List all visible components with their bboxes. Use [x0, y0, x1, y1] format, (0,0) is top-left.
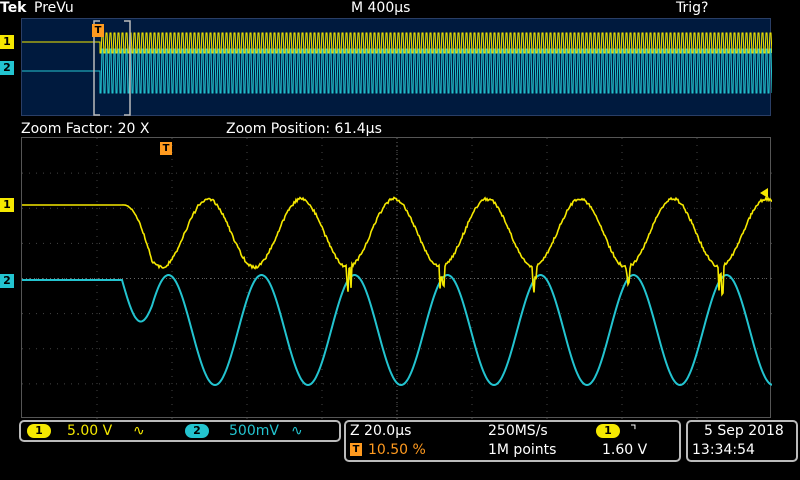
ch2-coupling-icon: ∿: [291, 423, 303, 439]
ch1-scale: 5.00 V: [67, 423, 112, 439]
ch2-marker[interactable]: 2: [0, 274, 14, 288]
trigger-slope-icon: ⌝: [630, 423, 637, 439]
brand-label: Tek: [0, 0, 27, 16]
date: 5 Sep 2018: [704, 423, 784, 439]
overview-ch2-trace: [22, 49, 772, 93]
trigger-status: Trig?: [676, 0, 708, 16]
trigger-source-badge[interactable]: 1: [596, 424, 620, 438]
zoom-factor: Zoom Factor: 20 X: [21, 121, 149, 137]
zoom-trigger-icon[interactable]: T: [160, 142, 172, 155]
overview-ch1-trace: [22, 33, 772, 53]
acquisition-mode: PreVu: [34, 0, 74, 16]
ch1-coupling-icon: ∿: [133, 423, 145, 439]
zoom-scale: Z 20.0µs: [350, 423, 411, 439]
sample-rate: 250MS/s: [488, 423, 548, 439]
overview-plot: [22, 19, 772, 117]
channel-readout[interactable]: 1 5.00 V ∿ 2 500mV ∿: [19, 420, 341, 442]
ch1-trace: [22, 198, 772, 295]
graticule: [22, 138, 772, 419]
ch2-badge[interactable]: 2: [185, 424, 209, 438]
trigger-level: 1.60 V: [602, 442, 647, 458]
overview-trigger-icon[interactable]: T: [92, 24, 104, 37]
overview-ch1-marker[interactable]: 1: [0, 35, 14, 49]
date-time-readout: 5 Sep 2018 13:34:54: [686, 420, 798, 462]
time: 13:34:54: [692, 442, 755, 458]
trigger-position-icon: T: [350, 443, 362, 456]
horizontal-readout[interactable]: Z 20.0µs T 10.50 % 250MS/s 1M points 1 ⌝…: [344, 420, 681, 462]
ch1-marker[interactable]: 1: [0, 198, 14, 212]
trigger-position: 10.50 %: [368, 442, 426, 458]
zoom-waveform-display[interactable]: [21, 137, 771, 418]
overview-waveform[interactable]: [21, 18, 771, 116]
zoom-position: Zoom Position: 61.4µs: [226, 121, 382, 137]
trigger-level-icon: [760, 188, 768, 198]
ch2-scale: 500mV: [229, 423, 279, 439]
ch1-badge[interactable]: 1: [27, 424, 51, 438]
record-length: 1M points: [488, 442, 556, 458]
zoom-plot: [22, 138, 772, 419]
main-timebase: M 400µs: [351, 0, 410, 16]
overview-ch2-marker[interactable]: 2: [0, 61, 14, 75]
